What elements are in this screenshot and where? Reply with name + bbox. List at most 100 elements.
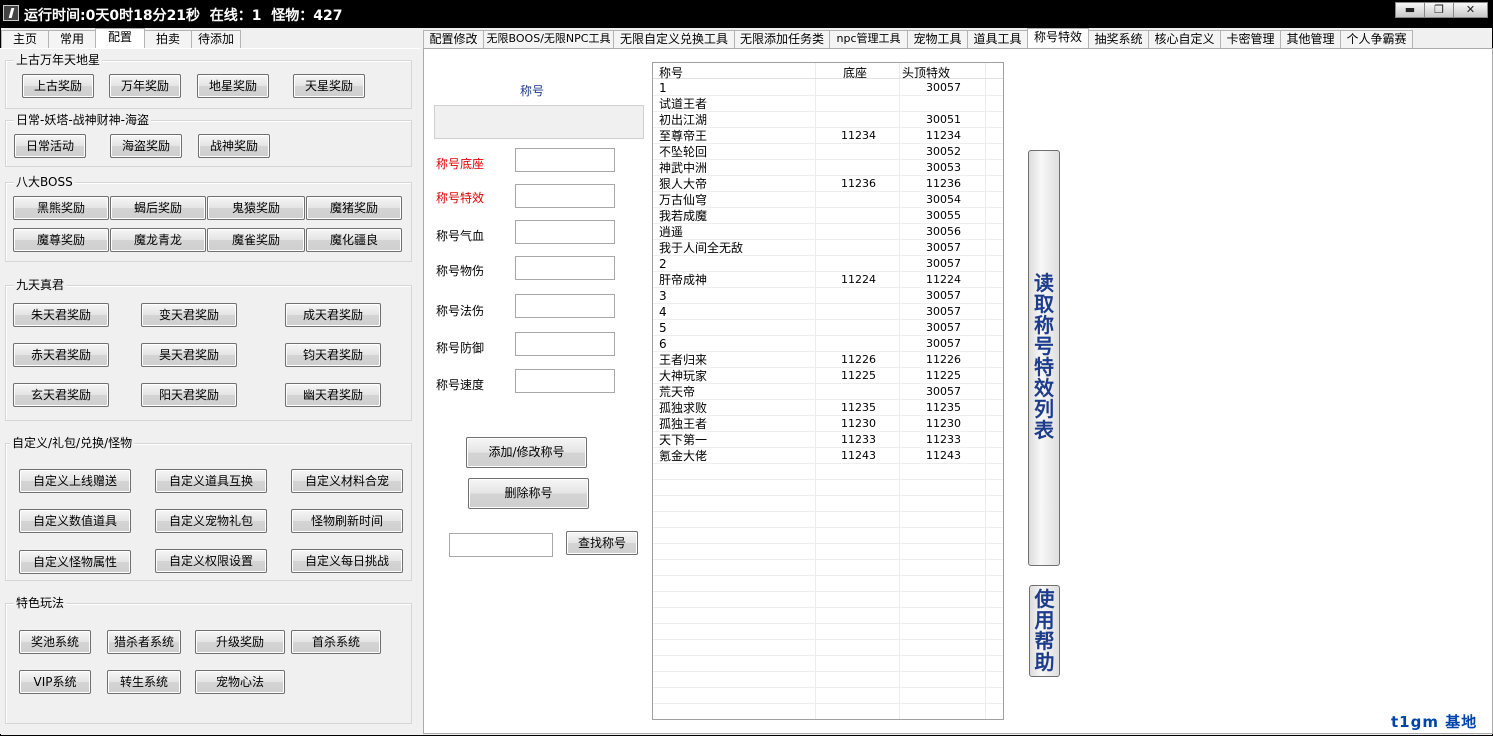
feature-button[interactable]: 奖池系统	[19, 630, 91, 654]
table-row[interactable]: 荒天帝 30057	[653, 384, 1003, 400]
table-row[interactable]: 4 30057	[653, 304, 1003, 320]
title-effect-input[interactable]	[515, 184, 615, 208]
boss-reward-button[interactable]: 鬼猿奖励	[207, 196, 305, 220]
table-row[interactable]: 狠人大帝 11236 11236	[653, 176, 1003, 192]
title-phys-dmg-input[interactable]	[515, 256, 615, 280]
tab-pet-tool[interactable]: 宠物工具	[907, 30, 968, 48]
table-row[interactable]: 6 30057	[653, 336, 1003, 352]
boss-reward-button[interactable]: 魔雀奖励	[207, 228, 305, 252]
table-row[interactable]	[653, 640, 1003, 656]
table-row[interactable]: 初出江湖 30051	[653, 112, 1003, 128]
feature-button[interactable]: 首杀系统	[291, 630, 381, 654]
tab-exchange-tool[interactable]: 无限自定义兑换工具	[613, 30, 735, 48]
boss-reward-button[interactable]: 蝎后奖励	[110, 196, 206, 220]
table-row[interactable]: 天下第一 11233 11233	[653, 432, 1003, 448]
table-row[interactable]: 我于人间全无敌 30057	[653, 240, 1003, 256]
heaven-reward-button[interactable]: 昊天君奖励	[141, 343, 237, 367]
column-header-effect[interactable]: 头顶特效	[902, 64, 950, 81]
tab-other[interactable]: 其他管理	[1280, 30, 1341, 48]
tab-lottery[interactable]: 抽奖系统	[1088, 30, 1149, 48]
tab-item-tool[interactable]: 道具工具	[967, 30, 1028, 48]
boss-reward-button[interactable]: 魔尊奖励	[13, 228, 109, 252]
tab-common[interactable]: 常用	[48, 30, 96, 48]
custom-button[interactable]: 怪物刷新时间	[291, 509, 403, 533]
custom-button[interactable]: 自定义上线赠送	[19, 469, 131, 493]
tab-card-key[interactable]: 卡密管理	[1220, 30, 1281, 48]
heaven-reward-button[interactable]: 朱天君奖励	[13, 303, 109, 327]
table-row[interactable]	[653, 464, 1003, 480]
tab-boss-npc-tool[interactable]: 无限BOOS/无限NPC工具	[483, 30, 614, 48]
table-row[interactable]: 孤独求败 11235 11235	[653, 400, 1003, 416]
feature-button[interactable]: VIP系统	[19, 670, 91, 694]
heaven-reward-button[interactable]: 幽天君奖励	[285, 383, 381, 407]
feature-button[interactable]: 猎杀者系统	[107, 630, 181, 654]
boss-reward-button[interactable]: 魔化疆良	[306, 228, 402, 252]
table-row[interactable]	[653, 688, 1003, 704]
table-row[interactable]: 氪金大佬 11243 11243	[653, 448, 1003, 464]
table-row[interactable]: 王者归来 11226 11226	[653, 352, 1003, 368]
table-row[interactable]: 逍遥 30056	[653, 224, 1003, 240]
tab-config[interactable]: 配置	[95, 28, 145, 48]
title-speed-input[interactable]	[515, 369, 615, 393]
tab-pending[interactable]: 待添加	[191, 30, 241, 48]
search-title-input[interactable]	[449, 533, 553, 557]
add-edit-title-button[interactable]: 添加/修改称号	[466, 437, 587, 468]
heaven-reward-button[interactable]: 阳天君奖励	[141, 383, 237, 407]
reward-button[interactable]: 天星奖励	[293, 74, 365, 98]
table-row[interactable]: 万古仙穹 30054	[653, 192, 1003, 208]
custom-button[interactable]: 自定义数值道具	[19, 509, 131, 533]
boss-reward-button[interactable]: 魔龙青龙	[110, 228, 206, 252]
title-defense-input[interactable]	[515, 332, 615, 356]
column-header-title[interactable]: 称号	[659, 64, 683, 81]
table-row[interactable]	[653, 656, 1003, 672]
table-row[interactable]	[653, 704, 1003, 719]
tab-pvp[interactable]: 个人争霸赛	[1340, 30, 1413, 48]
custom-button[interactable]: 自定义权限设置	[155, 549, 267, 573]
heaven-reward-button[interactable]: 玄天君奖励	[13, 383, 109, 407]
table-row[interactable]	[653, 480, 1003, 496]
title-magic-dmg-input[interactable]	[515, 294, 615, 318]
table-row[interactable]	[653, 672, 1003, 688]
table-row[interactable]	[653, 496, 1003, 512]
minimize-button[interactable]: ▬	[1395, 2, 1425, 18]
reward-button[interactable]: 日常活动	[14, 134, 86, 158]
heaven-reward-button[interactable]: 变天君奖励	[141, 303, 237, 327]
table-row[interactable]: 肝帝成神 11224 11224	[653, 272, 1003, 288]
feature-button[interactable]: 转生系统	[107, 670, 181, 694]
table-row[interactable]: 1 30057	[653, 80, 1003, 96]
feature-button[interactable]: 宠物心法	[195, 670, 285, 694]
tab-home[interactable]: 主页	[1, 30, 49, 48]
table-row[interactable]: 孤独王者 11230 11230	[653, 416, 1003, 432]
table-row[interactable]: 大神玩家 11225 11225	[653, 368, 1003, 384]
table-row[interactable]: 至尊帝王 11234 11234	[653, 128, 1003, 144]
table-row[interactable]: 5 30057	[653, 320, 1003, 336]
close-button[interactable]: ✕	[1453, 2, 1488, 18]
table-row[interactable]	[653, 528, 1003, 544]
custom-button[interactable]: 自定义宠物礼包	[155, 509, 267, 533]
heaven-reward-button[interactable]: 成天君奖励	[285, 303, 381, 327]
boss-reward-button[interactable]: 魔猪奖励	[306, 196, 402, 220]
table-row[interactable]: 3 30057	[653, 288, 1003, 304]
table-row[interactable]: 神武中洲 30053	[653, 160, 1003, 176]
column-header-base[interactable]: 底座	[843, 64, 867, 81]
title-table[interactable]: 称号 底座 头顶特效 1 30057 试道王者 初出江湖 30051 至尊帝王 11234 1…	[652, 62, 1004, 720]
table-row[interactable]	[653, 608, 1003, 624]
title-base-input[interactable]	[515, 148, 615, 172]
maximize-button[interactable]: ❐	[1424, 2, 1454, 18]
custom-button[interactable]: 自定义道具互换	[155, 469, 267, 493]
tab-title-effects[interactable]: 称号特效	[1027, 28, 1089, 48]
reward-button[interactable]: 地星奖励	[197, 74, 269, 98]
delete-title-button[interactable]: 删除称号	[468, 478, 589, 509]
table-row[interactable]	[653, 576, 1003, 592]
title-hp-input[interactable]	[515, 220, 615, 244]
custom-button[interactable]: 自定义每日挑战	[291, 549, 403, 573]
reward-button[interactable]: 上古奖励	[22, 74, 94, 98]
heaven-reward-button[interactable]: 钧天君奖励	[285, 343, 381, 367]
tab-npc-tool[interactable]: npc管理工具	[829, 30, 908, 48]
help-button[interactable]: 使用帮助	[1029, 585, 1060, 677]
table-row[interactable]: 不坠轮回 30052	[653, 144, 1003, 160]
reward-button[interactable]: 战神奖励	[198, 134, 270, 158]
table-row[interactable]	[653, 560, 1003, 576]
search-title-button[interactable]: 查找称号	[566, 531, 638, 555]
reward-button[interactable]: 海盗奖励	[110, 134, 182, 158]
